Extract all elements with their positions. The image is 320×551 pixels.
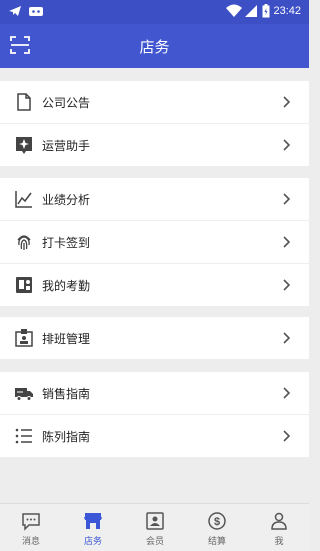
menu-item-label: 陈列指南 — [42, 430, 91, 444]
assistant-icon — [16, 137, 32, 154]
chevron-right-icon — [283, 430, 291, 442]
tab-label: 结算 — [207, 537, 226, 547]
signal-icon — [245, 5, 257, 17]
menu-item-label: 销售指南 — [42, 387, 91, 401]
telegram-icon — [9, 6, 21, 16]
menu-item-operations-assistant[interactable]: 运营助手 — [0, 124, 309, 166]
chevron-right-icon — [283, 279, 291, 291]
profile-icon — [271, 512, 287, 530]
menu-group-schedule: 排班管理 — [0, 317, 309, 359]
menu-item-check-in[interactable]: 打卡签到 — [0, 221, 309, 264]
menu-item-my-attendance[interactable]: 我的考勤 — [0, 264, 309, 306]
tab-me[interactable]: 我 — [248, 504, 310, 551]
menu-item-label: 运营助手 — [42, 139, 91, 153]
dollar-icon: $ — [208, 512, 226, 530]
truck-icon — [15, 388, 33, 401]
menu-item-label: 业绩分析 — [42, 193, 91, 207]
menu-item-sales-guide[interactable]: 销售指南 — [0, 372, 309, 415]
menu-group-performance: 业绩分析 打卡签到 我的考勤 — [0, 178, 309, 306]
menu-item-label: 公司公告 — [42, 96, 91, 110]
wifi-icon — [226, 4, 242, 17]
chevron-right-icon — [283, 193, 291, 205]
menu-item-performance-analysis[interactable]: 业绩分析 — [0, 178, 309, 221]
attendance-icon — [16, 277, 32, 293]
list-icon — [15, 428, 32, 444]
menu-item-company-announcement[interactable]: 公司公告 — [0, 81, 309, 124]
menu-item-label: 排班管理 — [42, 332, 91, 346]
app-header: 店务 — [0, 24, 309, 68]
menu-item-label: 打卡签到 — [42, 236, 91, 250]
app-notification-icon — [29, 7, 43, 16]
chevron-right-icon — [283, 332, 291, 344]
menu-item-schedule-management[interactable]: 排班管理 — [0, 317, 309, 359]
chevron-right-icon — [283, 236, 291, 248]
schedule-icon — [15, 329, 33, 347]
menu-group-announcements: 公司公告 运营助手 — [0, 81, 309, 166]
tab-label: 店务 — [83, 537, 102, 547]
tab-settlement[interactable]: $ 结算 — [186, 504, 248, 551]
menu-item-label: 我的考勤 — [42, 279, 91, 293]
status-bar: 23:42 — [0, 0, 309, 24]
chevron-right-icon — [283, 139, 291, 151]
line-chart-icon — [15, 191, 32, 208]
menu-item-display-guide[interactable]: 陈列指南 — [0, 415, 309, 457]
tab-label: 我 — [274, 537, 284, 547]
member-icon — [146, 512, 164, 530]
tab-label: 消息 — [21, 537, 40, 547]
bottom-tab-bar: 消息 店务 会员 $ 结算 我 — [0, 503, 309, 551]
svg-text:$: $ — [214, 516, 220, 528]
menu-group-guides: 销售指南 陈列指南 — [0, 372, 309, 457]
status-time: 23:42 — [273, 5, 301, 17]
chevron-right-icon — [283, 387, 291, 399]
tab-members[interactable]: 会员 — [124, 504, 186, 551]
chevron-right-icon — [283, 96, 291, 108]
battery-icon — [262, 4, 270, 18]
document-icon — [17, 93, 31, 111]
tab-messages[interactable]: 消息 — [0, 504, 62, 551]
store-icon — [84, 513, 102, 529]
tab-store[interactable]: 店务 — [62, 504, 124, 551]
tab-label: 会员 — [145, 537, 164, 547]
message-icon — [22, 513, 40, 531]
page-title: 店务 — [139, 38, 170, 56]
fingerprint-icon — [17, 235, 31, 250]
